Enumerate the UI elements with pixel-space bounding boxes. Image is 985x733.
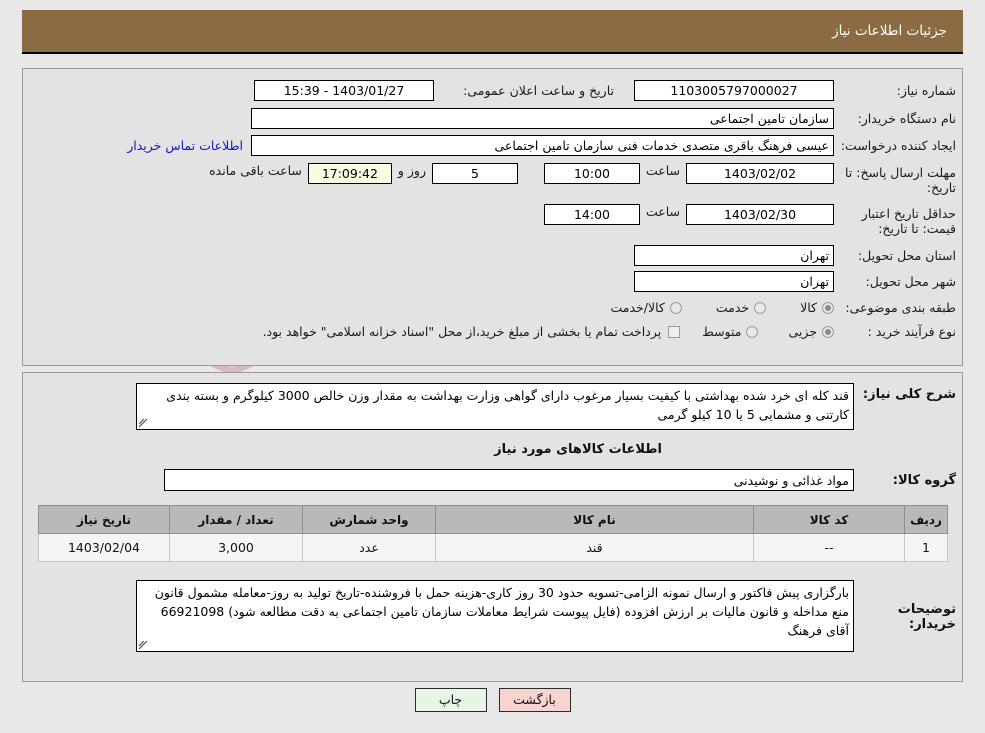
goods-group-label: گروه کالا: xyxy=(892,472,956,488)
creator-value: عیسی فرهنگ باقری متصدی خدمات فنی سازمان … xyxy=(251,135,834,156)
cell-need-date: 1403/02/04 xyxy=(38,533,170,562)
price-validity-date: 1403/02/30 xyxy=(686,204,834,225)
goods-group-value: مواد غذائی و نوشیدنی xyxy=(164,469,854,491)
radio-category-kala-khedmat-label: کالا/خدمت xyxy=(610,300,665,315)
items-table: ردیف کد کالا نام کالا واحد شمارش تعداد /… xyxy=(38,505,948,562)
cell-code: -- xyxy=(753,533,905,562)
window-title-bar: جزئیات اطلاعات نیاز xyxy=(22,10,963,54)
page-root: AriaTender.net جزئیات اطلاعات نیاز شماره… xyxy=(0,0,985,733)
days-and-label: روز و xyxy=(397,163,426,178)
cell-name: قند xyxy=(435,533,754,562)
category-label: طبقه بندی موضوعی: xyxy=(845,300,956,315)
radio-category-kala[interactable] xyxy=(822,301,834,314)
radio-category-kala-khedmat[interactable] xyxy=(669,301,682,314)
radio-process-motavaset-label: متوسط xyxy=(702,324,742,339)
cell-quantity: 3,000 xyxy=(169,533,303,562)
description-value: قند کله ای خرد شده بهداشتی با کیفیت بسیا… xyxy=(166,388,849,422)
cell-unit: عدد xyxy=(302,533,436,562)
need-details-panel: شرح کلی نیاز: قند کله ای خرد شده بهداشتی… xyxy=(22,372,963,682)
hours-remaining-label: ساعت باقی مانده xyxy=(209,163,302,178)
price-validity-label: حداقل تاریخ اعتبار قیمت: تا تاریخ: xyxy=(861,206,956,236)
col-row: ردیف xyxy=(904,505,948,534)
buyer-notes-value: بارگزاری پیش فاکتور و ارسال نمونه الزامی… xyxy=(154,585,849,638)
col-code: کد کالا xyxy=(753,505,905,534)
col-unit: واحد شمارش xyxy=(302,505,436,534)
need-number-value: 1103005797000027 xyxy=(634,80,834,101)
buyer-notes-label: توضیحات خریدار: xyxy=(897,602,956,632)
buyer-contact-link[interactable]: اطلاعات تماس خریدار xyxy=(127,138,243,153)
description-label: شرح کلی نیاز: xyxy=(862,387,956,402)
response-deadline-time: 10:00 xyxy=(544,163,640,184)
days-remaining-value: 5 xyxy=(432,163,518,184)
hour-label-2: ساعت xyxy=(645,204,680,219)
action-button-bar: بازگشت چاپ xyxy=(0,688,985,712)
page-title: جزئیات اطلاعات نیاز xyxy=(832,23,947,39)
radio-process-jozei[interactable] xyxy=(822,325,834,338)
col-need-date: تاریخ نیاز xyxy=(38,505,170,534)
items-section-heading: اطلاعات کالاهای مورد نیاز xyxy=(494,442,662,457)
price-validity-time: 14:00 xyxy=(544,204,640,225)
response-deadline-label: مهلت ارسال پاسخ: تا تاریخ: xyxy=(845,165,956,195)
radio-category-khedmat[interactable] xyxy=(754,301,767,314)
buyer-org-value: سازمان تامین اجتماعی xyxy=(251,108,834,129)
resize-grip-icon[interactable] xyxy=(139,419,148,428)
city-value: تهران xyxy=(634,271,834,292)
radio-process-jozei-label: جزیی xyxy=(788,324,817,339)
countdown-timer: 17:09:42 xyxy=(307,163,392,184)
public-announce-label: تاریخ و ساعت اعلان عمومی: xyxy=(463,83,614,98)
resize-grip-icon-2[interactable] xyxy=(139,641,148,650)
radio-category-khedmat-label: خدمت xyxy=(715,300,750,315)
hour-label-1: ساعت xyxy=(645,163,680,178)
province-value: تهران xyxy=(634,245,834,266)
public-announce-value: 1403/01/27 - 15:39 xyxy=(254,80,434,101)
need-info-panel: شماره نیاز: 1103005797000027 تاریخ و ساع… xyxy=(22,68,963,366)
treasury-note: پرداخت تمام یا بخشی از مبلغ خرید،از محل … xyxy=(262,324,662,339)
creator-label: ایجاد کننده درخواست: xyxy=(840,138,956,153)
response-deadline-date: 1403/02/02 xyxy=(686,163,834,184)
treasury-checkbox[interactable] xyxy=(668,325,681,338)
table-row: 1 -- قند عدد 3,000 1403/02/04 xyxy=(38,533,948,562)
col-name: نام کالا xyxy=(435,505,754,534)
items-table-header-row: ردیف کد کالا نام کالا واحد شمارش تعداد /… xyxy=(38,505,948,534)
print-button[interactable]: چاپ xyxy=(414,688,487,712)
province-label: استان محل تحویل: xyxy=(857,248,956,263)
process-label: نوع فرآیند خرید : xyxy=(867,324,956,339)
radio-process-motavaset[interactable] xyxy=(746,325,759,338)
col-quantity: تعداد / مقدار xyxy=(169,505,303,534)
buyer-org-label: نام دستگاه خریدار: xyxy=(857,111,956,126)
cell-row: 1 xyxy=(904,533,948,562)
description-textarea[interactable]: قند کله ای خرد شده بهداشتی با کیفیت بسیا… xyxy=(136,383,854,430)
radio-category-kala-label: کالا xyxy=(800,300,817,315)
city-label: شهر محل تحویل: xyxy=(865,274,956,289)
buyer-notes-textarea[interactable]: بارگزاری پیش فاکتور و ارسال نمونه الزامی… xyxy=(136,580,854,652)
back-button[interactable]: بازگشت xyxy=(498,688,571,712)
need-number-label: شماره نیاز: xyxy=(896,83,956,98)
